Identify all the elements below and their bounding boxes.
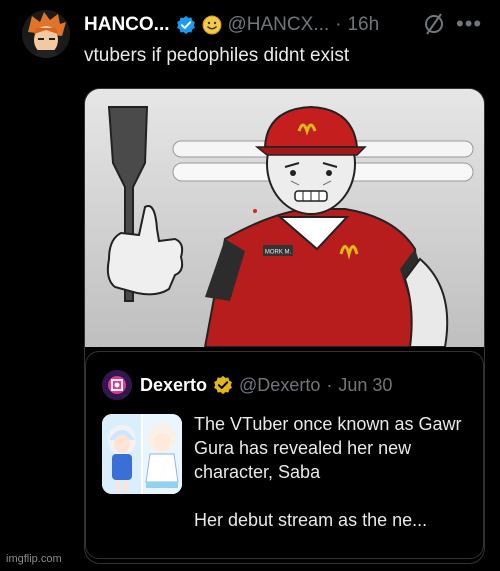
smiley-icon [202, 15, 222, 35]
watermark: imgflip.com [6, 553, 62, 565]
more-icon[interactable]: ••• [456, 11, 482, 37]
quote-text: The VTuber once known as Gawr Gura has r… [194, 412, 474, 556]
tweet-text: vtubers if pedophiles didnt exist [84, 45, 350, 66]
tweet-header: HANCO... @HANCX... · 16h ••• vtubers if … [0, 0, 500, 80]
separator-dot: · [335, 14, 342, 35]
timestamp[interactable]: 16h [347, 14, 379, 36]
edit-slash-icon [423, 12, 445, 36]
quote-thumbnail[interactable] [102, 414, 182, 494]
gold-verified-badge-icon [213, 375, 233, 395]
quote-text-line2: Her debut stream as the ne... [194, 510, 428, 530]
avatar[interactable] [22, 10, 70, 58]
quote-card[interactable]: Dexerto @Dexerto · Jun 30 The VTuber onc… [85, 347, 484, 561]
quote-display-name[interactable]: Dexerto [140, 375, 207, 396]
quote-text-line1: The VTuber once known as Gawr Gura has r… [194, 414, 462, 482]
tweet-meta: HANCO... @HANCX... · 16h [84, 12, 379, 38]
meme-image[interactable]: MORK M. [85, 89, 484, 348]
display-name[interactable]: HANCO... [84, 14, 170, 36]
quote-tweet[interactable]: Dexerto @Dexerto · Jun 30 The VTuber onc… [85, 351, 484, 559]
shirt-name-tag: MORK M. [265, 250, 292, 256]
media-card[interactable]: MORK M. Dexerto @Dexerto · Jun 30 The VT… [84, 88, 485, 564]
quote-avatar[interactable] [102, 370, 132, 400]
quote-timestamp[interactable]: Jun 30 [338, 375, 392, 396]
handle[interactable]: @HANCX... [228, 14, 330, 36]
quote-separator-dot: · [326, 374, 333, 395]
quote-meta: Dexerto @Dexerto · Jun 30 [140, 370, 392, 400]
verified-badge-icon [176, 15, 196, 35]
quote-handle[interactable]: @Dexerto [239, 375, 320, 396]
